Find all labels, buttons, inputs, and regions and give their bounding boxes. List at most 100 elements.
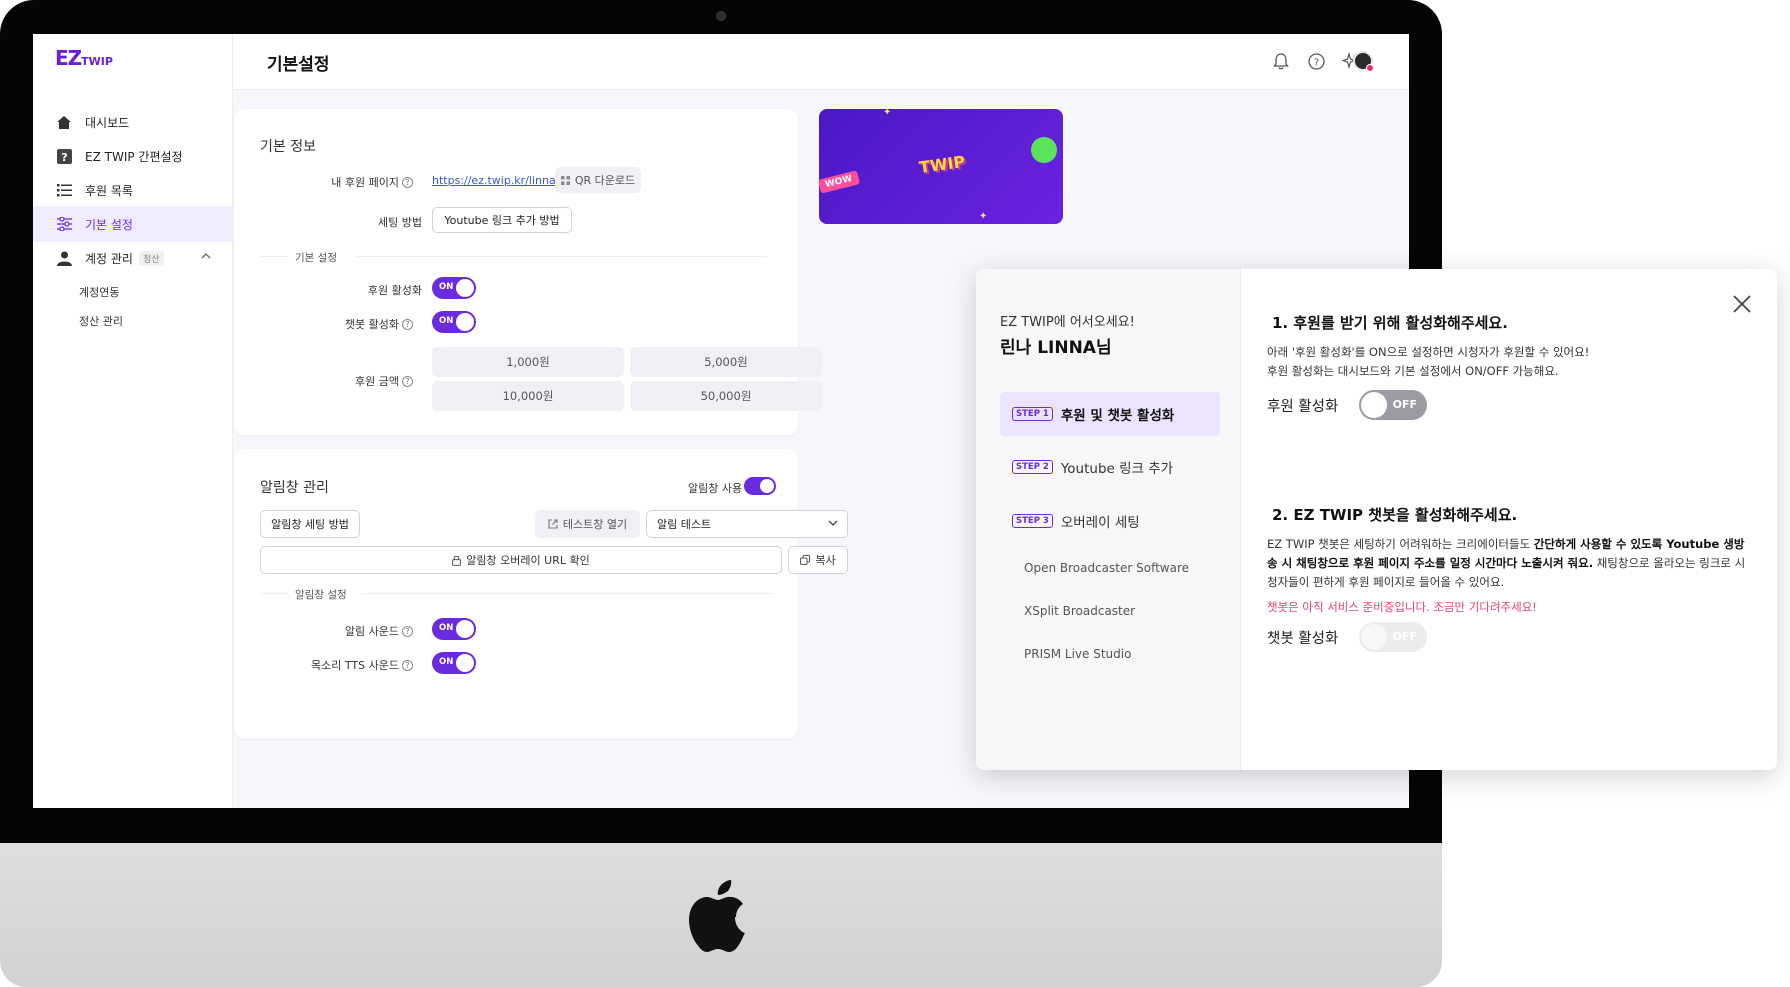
sliders-icon (55, 215, 73, 233)
sidebar-item-dashboard[interactable]: 대시보드 (33, 104, 233, 140)
alert-settings-section-label: 알림창 설정 (295, 589, 347, 601)
home-icon (55, 113, 73, 131)
step-tag: STEP 2 (1012, 460, 1053, 474)
sub-step-obs[interactable]: Open Broadcaster Software (1024, 561, 1189, 575)
lock-icon (452, 555, 462, 566)
page-label: 내 후원 페이지? (253, 174, 413, 190)
section1-desc: 아래 '후원 활성화'를 ON으로 설정하면 시청자가 후원할 수 있어요! 후… (1267, 345, 1590, 378)
user-icon (55, 249, 73, 267)
alert-test-select[interactable]: 알림 테스트 (646, 510, 848, 538)
step-tag: STEP 1 (1012, 407, 1053, 421)
question-box-icon: ? (55, 147, 73, 165)
step-2[interactable]: STEP 2 Youtube 링크 추가 (1000, 445, 1220, 489)
tts-sound-label: 목소리 TTS 사운드? (253, 657, 413, 673)
star-decoration: ✦ (979, 211, 988, 222)
donation-toggle-label: 후원 활성화 (367, 284, 422, 297)
copy-icon (800, 555, 811, 565)
chatbot-toggle[interactable]: ON (432, 311, 476, 333)
welcome-dialog: EZ TWIP에 어서오세요! 린나 LINNA님 STEP 1 후원 및 챗봇… (976, 269, 1777, 770)
divider (260, 593, 288, 594)
star-decoration: ✦ (883, 109, 892, 118)
sidebar-item-label: 계정 관리 (85, 251, 133, 266)
donation-activate-toggle[interactable]: OFF (1359, 390, 1427, 420)
step-3[interactable]: STEP 3 오버레이 세팅 (1000, 499, 1220, 543)
divider (361, 593, 773, 594)
chatbot-toggle-label: 챗봇 활성화? (253, 316, 413, 332)
svg-text:?: ? (1313, 57, 1318, 68)
alert-setting-guide-button[interactable]: 알림창 세팅 방법 (260, 510, 360, 538)
twip-wordmark: TWIP (917, 151, 967, 178)
amount-option[interactable]: 5,000원 (630, 347, 822, 377)
welcome-text: EZ TWIP에 어서오세요! (1000, 315, 1135, 330)
sidebar-item-label: 후원 목록 (85, 183, 133, 198)
help-icon[interactable]: ? (402, 659, 413, 671)
basic-info-title: 기본 정보 (260, 139, 316, 155)
help-icon[interactable]: ? (402, 375, 413, 387)
donation-page-link[interactable]: https://ez.twip.kr/linna_ (432, 174, 561, 187)
sidebar-subitem-settlement[interactable]: 정산 관리 (79, 313, 123, 329)
step-tag: STEP 3 (1012, 514, 1053, 528)
divider (260, 256, 288, 257)
sidebar-item-label: 대시보드 (85, 115, 130, 130)
setting-label: 세팅 방법 (378, 216, 422, 229)
alert-use-label: 알림창 사용 (688, 482, 743, 495)
alert-use-toggle[interactable] (744, 477, 776, 495)
alert-sound-toggle[interactable]: ON (432, 618, 476, 640)
help-icon[interactable]: ? (402, 318, 413, 330)
amount-option[interactable]: 10,000원 (432, 381, 624, 411)
help-icon[interactable]: ? (1305, 50, 1327, 72)
sidebar-item-account[interactable]: 계정 관리 정산 (33, 240, 233, 276)
help-icon[interactable]: ? (402, 176, 413, 188)
tts-sound-toggle[interactable]: ON (432, 652, 476, 674)
bell-icon[interactable] (1270, 50, 1292, 72)
amount-option[interactable]: 1,000원 (432, 347, 624, 377)
promo-banner[interactable]: ✦ ✦ WOW TWIP (819, 109, 1063, 224)
sub-step-xsplit[interactable]: XSplit Broadcaster (1024, 604, 1135, 618)
chevron-up-icon[interactable] (201, 252, 211, 260)
amount-option[interactable]: 50,000원 (630, 381, 822, 411)
user-name: 린나 LINNA님 (1000, 338, 1112, 358)
qr-icon (560, 175, 570, 185)
external-link-icon (548, 519, 558, 529)
test-window-open-button[interactable]: 테스트창 열기 (535, 510, 640, 538)
youtube-link-guide-button[interactable]: Youtube 링크 추가 방법 (432, 207, 572, 233)
camera-dot (716, 11, 726, 21)
close-icon[interactable] (1731, 293, 1753, 315)
sub-step-prism[interactable]: PRISM Live Studio (1024, 647, 1131, 661)
copy-button[interactable]: 복사 (788, 546, 848, 574)
alert-title: 알림창 관리 (260, 480, 329, 496)
dialog-step-panel: EZ TWIP에 어서오세요! 린나 LINNA님 STEP 1 후원 및 챗봇… (976, 269, 1241, 770)
section2-toggle-label: 챗봇 활성화 (1267, 631, 1339, 647)
section2-title: 2. EZ TWIP 챗봇을 활성화해주세요. (1272, 506, 1518, 524)
qr-download-button[interactable]: QR 다운로드 (555, 167, 641, 193)
sidebar-item-ez-setup[interactable]: ? EZ TWIP 간편설정 (33, 138, 233, 174)
chatbot-activate-toggle[interactable]: OFF (1359, 622, 1427, 652)
amount-label: 후원 금액? (253, 373, 413, 389)
section1-toggle-label: 후원 활성화 (1267, 399, 1339, 415)
sidebar-item-basic-settings[interactable]: 기본 설정 (33, 206, 233, 242)
chatbot-warning: 챗봇은 아직 서비스 준비중입니다. 조금만 기다려주세요! (1267, 600, 1537, 614)
page-title: 기본설정 (267, 55, 330, 75)
section1-title: 1. 후원를 받기 위해 활성화해주세요. (1272, 314, 1508, 332)
settlement-badge: 정산 (138, 250, 164, 266)
sidebar: EZTWIP 대시보드 ? EZ TWIP 간편설정 후원 목록 기본 설정 계… (33, 34, 233, 808)
app-logo[interactable]: EZTWIP (55, 46, 113, 70)
divider (355, 256, 767, 257)
chevron-down-icon (828, 520, 838, 526)
step-1[interactable]: STEP 1 후원 및 챗봇 활성화 (1000, 392, 1220, 436)
alert-sound-label: 알림 사운드? (253, 623, 413, 639)
alert-card: 알림창 관리 알림창 사용 알림창 세팅 방법 테스트창 열기 알림 테스트 알… (234, 449, 848, 738)
step-label: Youtube 링크 추가 (1060, 461, 1174, 477)
svg-text:?: ? (61, 151, 67, 164)
sidebar-subitem-account-link[interactable]: 계정연동 (79, 284, 119, 300)
list-icon (55, 181, 73, 199)
step-label: 후원 및 챗봇 활성화 (1060, 408, 1175, 424)
mascot-icon (1031, 137, 1057, 163)
notification-dot (1366, 64, 1374, 72)
help-icon[interactable]: ? (402, 625, 413, 637)
sidebar-item-donation-list[interactable]: 후원 목록 (33, 172, 233, 208)
donation-toggle[interactable]: ON (432, 277, 476, 299)
top-bar: 기본설정 ? (233, 34, 1409, 90)
overlay-url-button[interactable]: 알림창 오버레이 URL 확인 (260, 546, 782, 574)
apple-logo-icon (689, 880, 745, 952)
